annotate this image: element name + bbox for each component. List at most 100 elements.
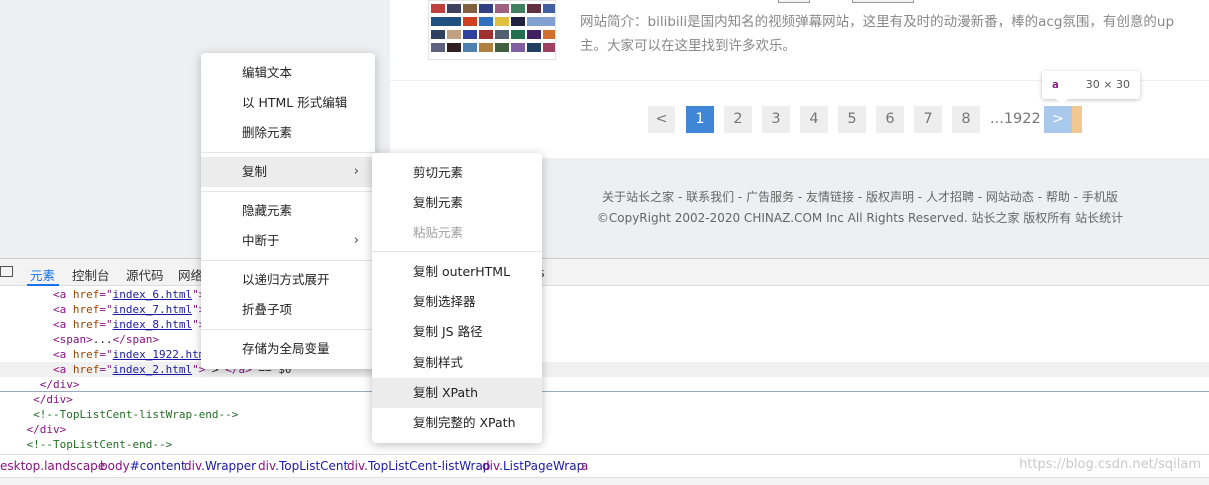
code-token: =" <box>99 303 113 316</box>
tab-elements[interactable]: 元素 <box>30 265 55 284</box>
dom-tree-line[interactable]: </div> <box>0 422 1209 437</box>
breadcrumb-class: .TopListCent <box>275 459 349 473</box>
tab-console[interactable]: 控制台 <box>72 265 110 284</box>
menu-item-hide-element[interactable]: 隐藏元素 <box>201 196 375 226</box>
pagination-next-button[interactable]: > <box>1044 106 1072 133</box>
dom-tree-line[interactable]: </div> <box>0 377 1209 392</box>
menu-item-edit-text[interactable]: 编辑文本 <box>201 58 375 88</box>
pagination-last-page[interactable]: ...1922 <box>990 106 1041 133</box>
pagination-prev-button[interactable]: < <box>648 106 675 133</box>
device-toggle-icon[interactable] <box>0 266 13 277</box>
code-token: <a <box>52 348 73 361</box>
dom-tree-line[interactable]: <!--TopListCent-listWrap-end--> <box>0 407 1209 422</box>
submenu-item-copy-xpath[interactable]: 复制 XPath <box>372 378 542 408</box>
tooltip-size: 30 × 30 <box>1085 78 1130 91</box>
top-button-fragment <box>778 0 810 3</box>
code-token: =" <box>99 288 113 301</box>
pagination-page-7[interactable]: 7 <box>914 106 942 133</box>
pagination-page-1[interactable]: 1 <box>686 106 714 133</box>
submenu-item-copy-full-xpath[interactable]: 复制完整的 XPath <box>372 408 542 438</box>
code-token: index_6.html <box>112 288 193 301</box>
element-highlight-margin <box>1072 106 1082 133</box>
breadcrumb-item[interactable]: esktop.landscape <box>0 455 105 477</box>
pagination-page-3[interactable]: 3 <box>762 106 790 133</box>
menu-item-store-as-global[interactable]: 存储为全局变量 <box>201 334 375 364</box>
site-thumbnail[interactable] <box>428 0 556 60</box>
menu-item-break-on[interactable]: 中断于 › <box>201 226 375 256</box>
code-token: =" <box>99 348 113 361</box>
dom-tree-line[interactable]: <a href="index_2.html"> > </a> == $0 <box>0 362 1209 377</box>
element-inspect-tooltip: a 30 × 30 <box>1042 71 1140 105</box>
submenu-item-copy-outerhtml[interactable]: 复制 outerHTML <box>372 257 542 287</box>
footer-copyright: ©CopyRight 2002-2020 CHINAZ.COM Inc All … <box>596 211 1124 225</box>
submenu-item-copy-selector[interactable]: 复制选择器 <box>372 287 542 317</box>
breadcrumb-tag: a <box>581 459 589 473</box>
menu-item-collapse-children[interactable]: 折叠子项 <box>201 295 375 325</box>
menu-divider <box>201 152 375 153</box>
active-tab-indicator <box>27 284 59 286</box>
pagination-page-6[interactable]: 6 <box>876 106 904 133</box>
submenu-item-copy-styles[interactable]: 复制样式 <box>372 348 542 378</box>
breadcrumb-item[interactable]: div.Wrapper <box>184 455 256 477</box>
dom-tree-line[interactable]: <a href="index_1922.html <box>0 347 1209 362</box>
menu-divider <box>201 191 375 192</box>
breadcrumb-item[interactable]: body#content <box>100 455 186 477</box>
submenu-item-copy-element[interactable]: 复制元素 <box>372 188 542 218</box>
submenu-item-cut-element[interactable]: 剪切元素 <box>372 158 542 188</box>
context-menu: 编辑文本 以 HTML 形式编辑 删除元素 复制 › 隐藏元素 中断于 › 以递… <box>201 53 375 369</box>
dom-tree-line[interactable]: <span>...</span> <box>0 332 1209 347</box>
menu-item-delete-element[interactable]: 删除元素 <box>201 118 375 148</box>
pagination-page-5[interactable]: 5 <box>838 106 866 133</box>
footer-links[interactable]: 关于站长之家 - 联系我们 - 广告服务 - 友情链接 - 版权声明 - 人才招… <box>560 188 1160 205</box>
submenu-item-paste-element[interactable]: 粘贴元素 <box>372 218 542 248</box>
dom-tree-line[interactable]: <a href="index_6.html">6 <box>0 287 1209 302</box>
code-token: <a <box>52 318 73 331</box>
menu-divider <box>201 329 375 330</box>
breadcrumb-item[interactable]: div.TopListCent <box>258 455 348 477</box>
submenu-item-copy-js-path[interactable]: 复制 JS 路径 <box>372 317 542 347</box>
code-token: </div> <box>26 423 67 436</box>
breadcrumb-class: #content <box>129 459 186 473</box>
menu-item-label: 中断于 <box>242 233 280 248</box>
menu-divider <box>201 260 375 261</box>
code-token: href <box>72 288 100 301</box>
code-token: </span> <box>112 333 159 346</box>
code-token: <!--TopListCent-end--> <box>26 438 173 451</box>
dom-tree-line[interactable]: <a href="index_7.html">7 <box>0 302 1209 317</box>
breadcrumb-tag: div <box>347 459 365 473</box>
dom-tree[interactable]: <a href="index_6.html">6 <a href="index_… <box>0 287 1209 452</box>
breadcrumb-tag: esktop.landscape <box>0 459 106 473</box>
tab-network[interactable]: 网络 <box>178 265 203 284</box>
menu-item-expand-recursively[interactable]: 以递归方式展开 <box>201 265 375 295</box>
dom-tree-line[interactable]: <!--TopListCent-end--> <box>0 437 1209 452</box>
breadcrumb-item[interactable]: div.TopListCent-listWrap <box>347 455 490 477</box>
breadcrumb-item[interactable]: a <box>581 455 588 477</box>
breadcrumb-tag: div <box>258 459 276 473</box>
code-token: href <box>72 348 100 361</box>
pagination-page-8[interactable]: 8 <box>952 106 980 133</box>
code-token: index_7.html <box>112 303 193 316</box>
code-token: </div> <box>33 393 73 406</box>
dom-tree-line[interactable]: <a href="index_8.html">8 <box>0 317 1209 332</box>
menu-item-copy[interactable]: 复制 › <box>201 157 375 187</box>
code-token: ... <box>92 333 113 346</box>
tooltip-arrow <box>1056 99 1068 105</box>
breadcrumb-item[interactable]: div.ListPageWrap <box>482 455 584 477</box>
dom-tree-line[interactable]: </div> <box>0 392 1209 407</box>
code-token: =" <box>99 363 113 376</box>
tab-sources[interactable]: 源代码 <box>126 265 164 284</box>
breadcrumb-class: .ListPageWrap <box>499 459 585 473</box>
pagination-page-2[interactable]: 2 <box>724 106 752 133</box>
menu-item-edit-as-html[interactable]: 以 HTML 形式编辑 <box>201 88 375 118</box>
breadcrumb-tag: div <box>482 459 500 473</box>
code-token: <span> <box>52 333 93 346</box>
pagination-page-4[interactable]: 4 <box>800 106 828 133</box>
